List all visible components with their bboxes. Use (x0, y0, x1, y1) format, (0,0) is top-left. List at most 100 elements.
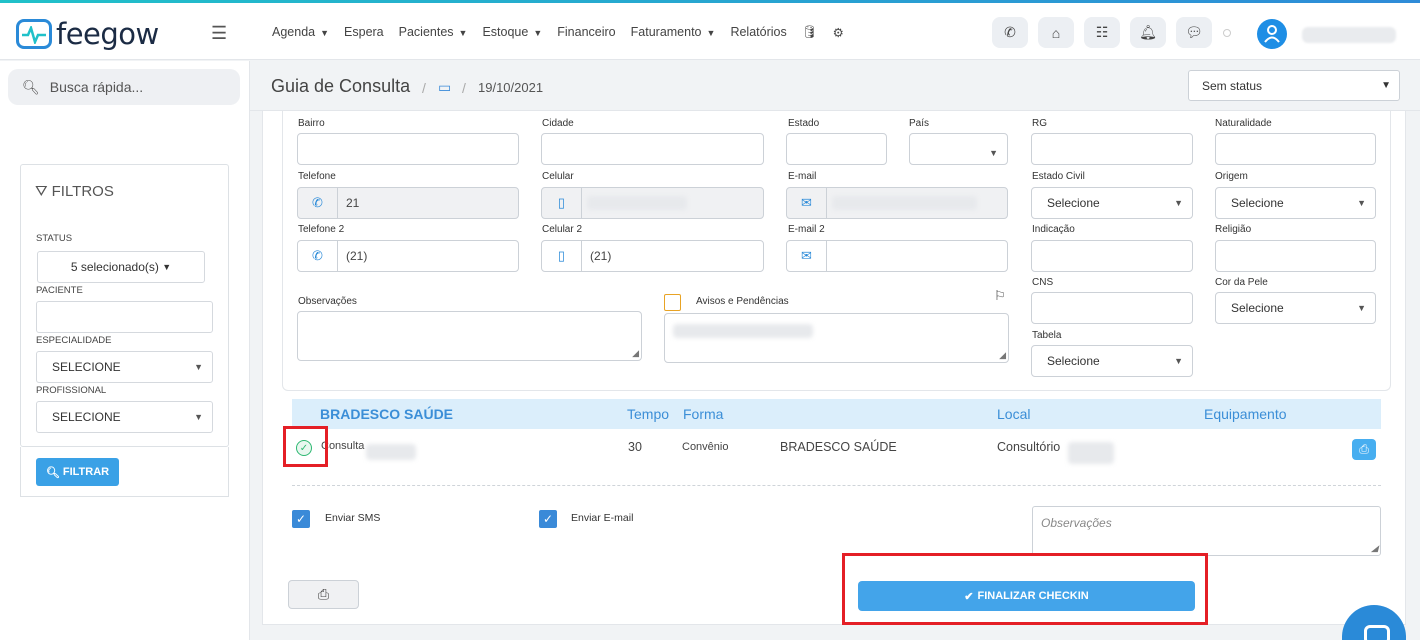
user-name-blurred[interactable] (1302, 27, 1396, 43)
paciente-input[interactable] (36, 301, 213, 333)
sms-label: Enviar SMS (325, 512, 381, 524)
chevron-down-icon: ▼ (194, 412, 203, 422)
telefone-input[interactable]: ✆ 21 (297, 187, 519, 219)
status-select[interactable]: Sem status ▼ (1188, 70, 1400, 101)
email-input[interactable]: ✉ (786, 187, 1008, 219)
sidebar: 🔍︎ Busca rápida... ⛛ FILTROS STATUS 5 sel… (0, 61, 250, 640)
credit-card-icon: ▭ (438, 79, 452, 95)
pais-label: País (909, 118, 930, 129)
cor-pele-select[interactable]: Selecione ▼ (1215, 292, 1376, 324)
estado-civil-value: Selecione (1047, 196, 1100, 210)
chat-icon[interactable]: 💬︎ (1176, 17, 1212, 48)
email-send-label: Enviar E-mail (571, 512, 634, 524)
checkin-observacoes-textarea[interactable]: Observações ◢ (1032, 506, 1381, 556)
celular-input[interactable]: ▯ (541, 187, 764, 219)
indicacao-input[interactable] (1031, 240, 1193, 272)
status-select-value: Sem status (1202, 78, 1263, 93)
bairro-label: Bairro (298, 118, 325, 129)
chevron-down-icon: ▼ (1357, 198, 1366, 208)
chevron-down-icon: ▼ (1174, 198, 1183, 208)
email-value-blurred (832, 196, 977, 210)
email-label: E-mail (788, 171, 817, 182)
filters-title-text: FILTROS (51, 183, 114, 200)
naturalidade-input[interactable] (1215, 133, 1376, 165)
origem-select[interactable]: Selecione ▼ (1215, 187, 1376, 219)
print-row-button[interactable]: ⎙ (1352, 439, 1376, 460)
avisos-label: Avisos e Pendências (696, 296, 789, 307)
sms-checkbox[interactable]: ✓ (292, 510, 310, 528)
gear-icon[interactable]: ⚙ (833, 25, 844, 40)
telefone2-input[interactable]: ✆ (21) (297, 240, 519, 272)
nav-label: Estoque (482, 25, 529, 39)
email2-input[interactable]: ✉ (786, 240, 1008, 272)
observacoes-textarea[interactable]: ◢ (297, 311, 642, 361)
cns-label: CNS (1032, 277, 1054, 288)
cor-pele-value: Selecione (1231, 301, 1284, 315)
tabela-select[interactable]: Selecione ▼ (1031, 345, 1193, 377)
avisos-textarea[interactable]: ◢ (664, 313, 1009, 363)
flag-icon[interactable]: ⚐ (994, 288, 1006, 304)
resize-handle-icon: ◢ (1371, 543, 1378, 553)
quick-search[interactable]: 🔍︎ Busca rápida... (8, 69, 240, 105)
breadcrumb-date: 19/10/2021 (478, 80, 544, 95)
printer-icon: ⎙ (1359, 442, 1369, 456)
cor-pele-label: Cor da Pele (1215, 277, 1268, 288)
bairro-input[interactable] (297, 133, 519, 165)
email-checkbox[interactable]: ✓ (539, 510, 557, 528)
feegow-logo[interactable]: feegow (16, 17, 159, 51)
breadcrumb-separator: / (462, 80, 466, 96)
estado-civil-label: Estado Civil (1032, 171, 1085, 182)
telefone-label: Telefone (298, 171, 336, 182)
tasks-icon[interactable]: ☷ (1084, 17, 1120, 48)
envelope-icon: ✉ (787, 188, 827, 218)
divider (292, 485, 1381, 486)
estado-civil-select[interactable]: Selecione ▼ (1031, 187, 1193, 219)
hamburger-menu-icon[interactable]: ☰ (211, 23, 227, 44)
database-icon[interactable]: 🛢 (802, 25, 818, 40)
procedures-table-header: BRADESCO SAÚDE Tempo Forma Local Equipam… (292, 399, 1381, 429)
nav-relatorios[interactable]: Relatórios (730, 25, 786, 40)
bell-icon[interactable]: 🔔︎ (1130, 17, 1166, 48)
equipamento-header: Equipamento (1204, 406, 1287, 422)
chevron-down-icon: ▼ (194, 362, 203, 372)
resize-handle-icon: ◢ (632, 348, 639, 358)
caret-down-icon: ▼ (706, 28, 716, 38)
rg-input[interactable] (1031, 133, 1193, 165)
status-multiselect[interactable]: 5 selecionado(s) ▼ (37, 251, 205, 283)
especialidade-select[interactable]: SELECIONE ▼ (36, 351, 213, 383)
caret-down-icon: ▼ (533, 28, 543, 38)
tabela-value: Selecione (1047, 354, 1100, 368)
religiao-input[interactable] (1215, 240, 1376, 272)
avisos-checkbox[interactable] (664, 294, 681, 311)
top-navbar: feegow ☰ Agenda ▼ Espera Pacientes ▼ Estoq… (0, 3, 1420, 60)
profissional-select[interactable]: SELECIONE ▼ (36, 401, 213, 433)
procedimento-blurred (366, 444, 416, 460)
rg-label: RG (1032, 118, 1047, 129)
celular2-input[interactable]: ▯ (21) (541, 240, 764, 272)
celular-value-blurred (587, 196, 687, 210)
nav-label: Pacientes (398, 25, 454, 39)
avisos-blurred (673, 324, 813, 338)
celular-label: Celular (542, 171, 574, 182)
nav-pacientes[interactable]: Pacientes ▼ (399, 25, 468, 40)
status-value: 5 selecionado(s) (70, 260, 159, 274)
nav-financeiro[interactable]: Financeiro (557, 25, 615, 40)
cidade-input[interactable] (541, 133, 764, 165)
obs-placeholder: Observações (1041, 516, 1112, 530)
filter-button[interactable]: 🔍︎ FILTRAR (36, 458, 119, 486)
phone-icon: ✆ (298, 241, 338, 271)
nav-estoque[interactable]: Estoque ▼ (482, 25, 542, 40)
nav-faturamento[interactable]: Faturamento ▼ (631, 25, 716, 40)
pais-select[interactable]: ▼ (909, 133, 1008, 165)
estado-input[interactable] (786, 133, 887, 165)
user-avatar[interactable] (1257, 19, 1287, 49)
phone-icon[interactable]: ✆ (992, 17, 1028, 48)
nav-espera[interactable]: Espera (344, 25, 384, 40)
phone-icon: ✆ (298, 188, 338, 218)
origem-value: Selecione (1231, 196, 1284, 210)
filters-footer: 🔍︎ FILTRAR (20, 447, 229, 497)
nav-agenda[interactable]: Agenda ▼ (272, 25, 329, 40)
cns-input[interactable] (1031, 292, 1193, 324)
inbox-icon[interactable]: ⌂ (1038, 17, 1074, 48)
print-button[interactable]: ⎙ (288, 580, 359, 609)
